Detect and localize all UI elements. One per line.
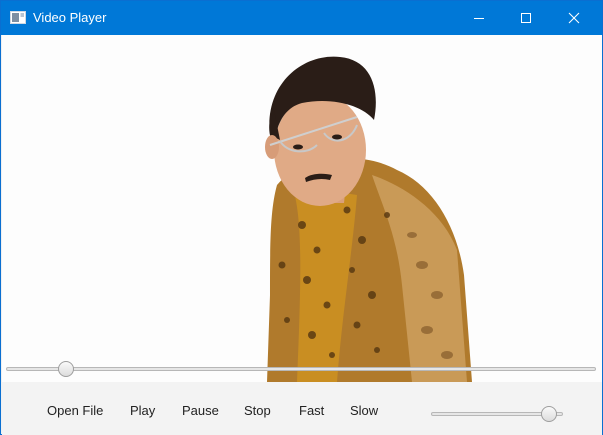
open-file-button[interactable]: Open File <box>47 403 103 418</box>
video-player-icon <box>10 11 26 24</box>
seek-slider-thumb[interactable] <box>57 361 74 377</box>
maximize-icon <box>521 13 531 23</box>
window-title: Video Player <box>33 10 107 25</box>
close-icon <box>568 12 580 24</box>
stop-button[interactable]: Stop <box>244 403 271 418</box>
video-frame <box>2 35 602 382</box>
video-display[interactable] <box>2 35 602 382</box>
seek-slider-track[interactable] <box>6 367 596 371</box>
control-bar: Open File Play Pause Stop Fast Slow <box>2 382 602 435</box>
close-button[interactable] <box>551 1 597 35</box>
slow-button[interactable]: Slow <box>350 403 378 418</box>
title-bar[interactable]: Video Player <box>1 1 602 35</box>
volume-slider-thumb[interactable] <box>541 406 558 422</box>
minimize-icon <box>474 18 484 19</box>
maximize-button[interactable] <box>503 1 549 35</box>
fast-button[interactable]: Fast <box>299 403 324 418</box>
minimize-button[interactable] <box>456 1 502 35</box>
play-button[interactable]: Play <box>130 403 155 418</box>
video-player-window: Video Player Open File Play Pause Stop F… <box>0 0 603 435</box>
pause-button[interactable]: Pause <box>182 403 219 418</box>
